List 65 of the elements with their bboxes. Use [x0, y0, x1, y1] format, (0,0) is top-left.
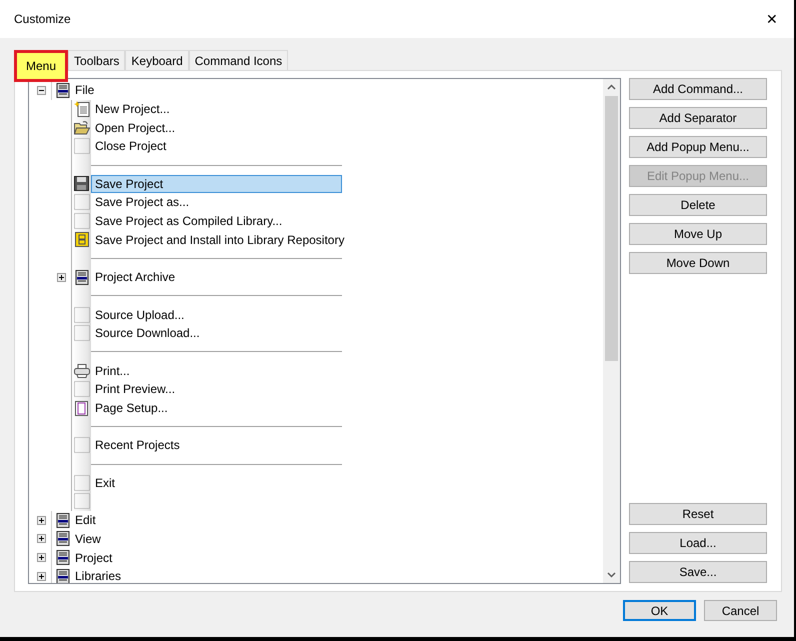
- menu-item[interactable]: Page Setup...: [91, 399, 342, 418]
- command-button[interactable]: Add Separator: [629, 107, 767, 129]
- menu-item[interactable]: Open Project...: [91, 118, 342, 137]
- menu-icon: [56, 550, 70, 566]
- page-icon: [75, 400, 88, 416]
- tree-item[interactable]: Edit: [73, 513, 96, 528]
- command-button[interactable]: Delete: [629, 194, 767, 216]
- expand-toggle-icon[interactable]: [36, 516, 46, 525]
- scrollbar[interactable]: [603, 79, 620, 583]
- menu-item[interactable]: Print...: [91, 362, 342, 380]
- tree-item[interactable]: View: [73, 532, 101, 546]
- empty-icon-placeholder: [74, 381, 90, 398]
- menu-item[interactable]: Save Project: [91, 174, 342, 193]
- scrollbar-thumb[interactable]: [605, 96, 618, 361]
- tab[interactable]: Command Icons: [188, 50, 288, 70]
- empty-icon-placeholder: [74, 213, 90, 230]
- command-button[interactable]: Add Command...: [629, 78, 767, 100]
- tree-item[interactable]: Project: [73, 550, 112, 565]
- tree-item[interactable]: Libraries: [73, 569, 122, 583]
- menu-icon: [74, 270, 88, 285]
- expand-toggle-icon[interactable]: [56, 272, 66, 282]
- command-button[interactable]: Add Popup Menu...: [629, 136, 767, 158]
- menu-item[interactable]: Save Project and Install into Library Repository: [91, 230, 346, 249]
- file-button[interactable]: Load...: [629, 532, 767, 554]
- expand-toggle-icon[interactable]: [36, 572, 46, 581]
- empty-icon-placeholder: [74, 325, 90, 342]
- menu-icon: [56, 531, 70, 546]
- expand-toggle-icon[interactable]: [36, 534, 46, 544]
- menu-icon: [56, 82, 70, 98]
- empty-icon-placeholder: [74, 138, 90, 154]
- menu-icon: [56, 512, 70, 528]
- tab[interactable]: Toolbars: [68, 50, 126, 70]
- new-document-icon: [74, 101, 90, 118]
- empty-icon-placeholder: [74, 474, 90, 491]
- printer-icon: [74, 364, 90, 378]
- file-button[interactable]: Save...: [629, 561, 767, 583]
- command-button[interactable]: Move Down: [629, 252, 767, 274]
- menu-item[interactable]: New Project...: [91, 100, 342, 118]
- menu-item[interactable]: Project Archive: [91, 268, 342, 286]
- menu-item[interactable]: Save Project as Compiled Library...: [91, 212, 342, 230]
- folder-icon: [74, 120, 90, 135]
- close-button[interactable]: ✕: [760, 9, 784, 29]
- empty-icon-placeholder: [74, 306, 90, 323]
- menu-item[interactable]: Recent Projects: [91, 436, 342, 454]
- menu-item[interactable]: Exit: [91, 474, 342, 492]
- expand-toggle-icon[interactable]: [36, 553, 46, 562]
- tab[interactable]: Menu: [14, 50, 68, 82]
- window-title: Customize: [14, 12, 71, 26]
- command-button[interactable]: Move Up: [629, 223, 767, 245]
- dialog-button[interactable]: OK: [623, 600, 696, 621]
- menu-icon: [56, 568, 70, 583]
- file-button[interactable]: Reset: [629, 503, 767, 525]
- menu-item[interactable]: Source Download...: [91, 324, 342, 342]
- collapse-toggle-icon[interactable]: [36, 86, 46, 95]
- menu-item[interactable]: Close Project: [91, 137, 342, 156]
- empty-icon-placeholder: [74, 194, 90, 210]
- menu-item[interactable]: Print Preview...: [91, 380, 342, 398]
- package-icon: [74, 232, 88, 248]
- menu-item[interactable]: Save Project as...: [91, 193, 342, 212]
- empty-icon-placeholder: [74, 493, 90, 510]
- dialog-button[interactable]: Cancel: [704, 600, 777, 621]
- empty-icon-placeholder: [74, 437, 90, 454]
- menu-item[interactable]: Source Upload...: [91, 306, 342, 324]
- tab[interactable]: Keyboard: [125, 50, 189, 70]
- tree-item[interactable]: File: [73, 83, 94, 98]
